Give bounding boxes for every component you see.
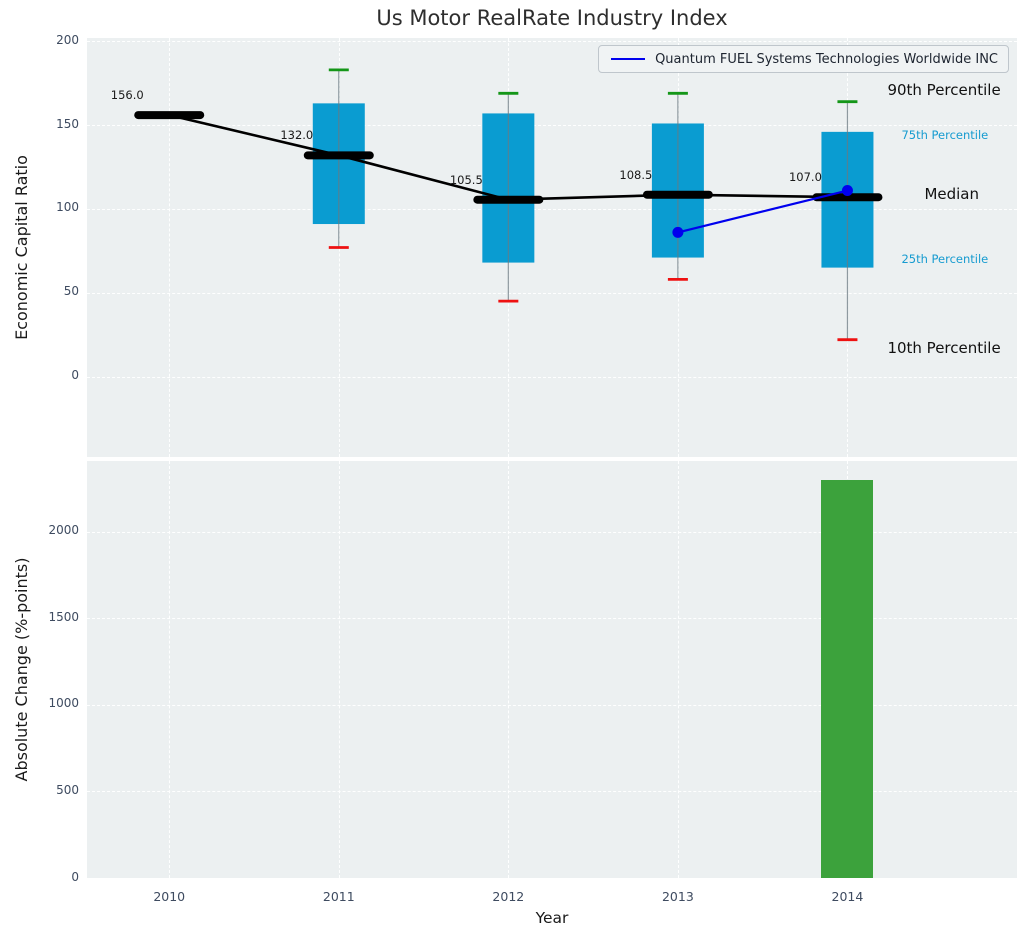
xtick-2010: 2010 bbox=[153, 889, 186, 904]
absolute-change-plot bbox=[87, 461, 1017, 878]
legend: Quantum FUEL Systems Technologies Worldw… bbox=[598, 45, 1009, 73]
ytick-bottom-2000: 2000 bbox=[48, 523, 79, 538]
ytick-top-0: 0 bbox=[71, 368, 79, 383]
annotation-p25: 25th Percentile bbox=[901, 252, 989, 267]
median-value-label-2014: 107.0 bbox=[788, 170, 822, 185]
ytick-top-100: 100 bbox=[56, 200, 79, 215]
gridline-h-bottom-2000 bbox=[87, 531, 1017, 533]
ytick-bottom-500: 500 bbox=[56, 782, 79, 797]
median-value-label-2012: 105.5 bbox=[449, 172, 483, 187]
median-value-label-2010: 156.0 bbox=[110, 88, 144, 103]
legend-line-sample bbox=[611, 58, 646, 60]
ytick-top-50: 50 bbox=[63, 284, 79, 299]
company-marker-2014 bbox=[841, 185, 853, 197]
gridline-h-bottom-500 bbox=[87, 791, 1017, 793]
median-value-label-2011: 132.0 bbox=[280, 128, 314, 143]
xtick-2013: 2013 bbox=[661, 889, 694, 904]
ytick-top-200: 200 bbox=[56, 32, 79, 47]
figure: Us Motor RealRate Industry Index Economi… bbox=[0, 0, 1026, 942]
gridline-h-bottom-1000 bbox=[87, 704, 1017, 706]
annotation-median: Median bbox=[924, 185, 979, 204]
xtick-2012: 2012 bbox=[492, 889, 525, 904]
gridline-v-bottom-2013 bbox=[677, 461, 679, 878]
economic-capital-ratio-plot: Quantum FUEL Systems Technologies Worldw… bbox=[87, 38, 1017, 457]
legend-label: Quantum FUEL Systems Technologies Worldw… bbox=[655, 51, 998, 67]
ylabel-economic-capital-ratio: Economic Capital Ratio bbox=[12, 155, 31, 340]
median-value-label-2013: 108.5 bbox=[619, 167, 653, 182]
ytick-bottom-1000: 1000 bbox=[48, 696, 79, 711]
ytick-bottom-0: 0 bbox=[71, 869, 79, 884]
xtick-2014: 2014 bbox=[831, 889, 864, 904]
change-bar-2014 bbox=[821, 480, 874, 878]
annotation-p75: 75th Percentile bbox=[901, 128, 989, 143]
annotation-p90: 90th Percentile bbox=[887, 80, 1001, 99]
gridline-v-bottom-2011 bbox=[338, 461, 340, 878]
chart-title: Us Motor RealRate Industry Index bbox=[376, 6, 728, 30]
xtick-2011: 2011 bbox=[322, 889, 355, 904]
ytick-top-150: 150 bbox=[56, 116, 79, 131]
gridline-h-bottom-1500 bbox=[87, 618, 1017, 620]
boxplot-svg-layer bbox=[134, 68, 883, 342]
company-marker-2013 bbox=[672, 226, 684, 238]
gridline-v-bottom-2010 bbox=[169, 461, 171, 878]
annotation-p10: 10th Percentile bbox=[887, 338, 1001, 357]
xlabel-year: Year bbox=[535, 909, 569, 927]
gridline-v-bottom-2012 bbox=[508, 461, 510, 878]
ytick-bottom-1500: 1500 bbox=[48, 609, 79, 624]
